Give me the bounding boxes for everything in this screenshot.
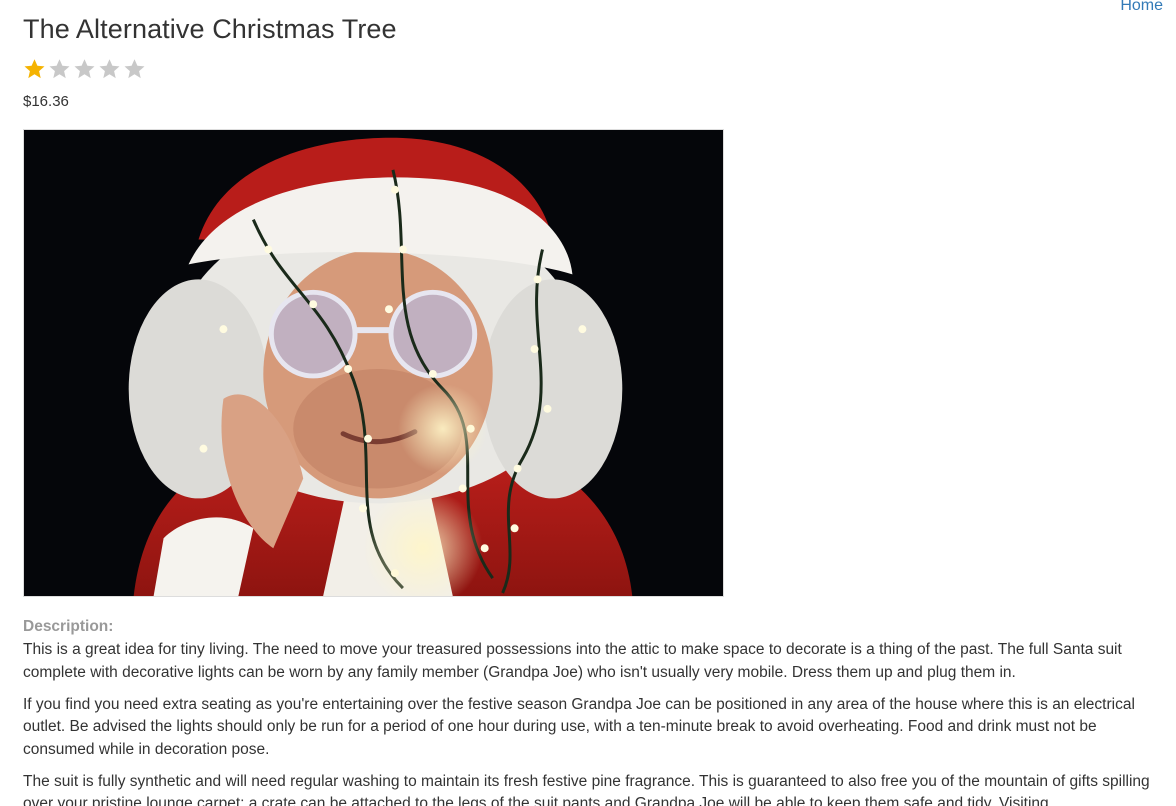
product-image <box>23 129 724 597</box>
product-title: The Alternative Christmas Tree <box>23 14 397 44</box>
star-rating <box>22 57 147 81</box>
description-paragraph: If you find you need extra seating as yo… <box>23 695 1135 758</box>
santa-photo <box>24 130 723 596</box>
star-icon <box>99 59 120 79</box>
description-paragraph: The suit is fully synthetic and will nee… <box>23 772 1150 806</box>
product-description: This is a great idea for tiny living. Th… <box>23 639 1163 806</box>
star-icon <box>24 59 45 79</box>
home-link[interactable]: Home <box>1120 0 1163 15</box>
description-label: Description: <box>23 618 114 635</box>
product-page: Home The Alternative Christmas Tree $16.… <box>0 0 1176 806</box>
description-paragraph: This is a great idea for tiny living. Th… <box>23 641 1122 681</box>
product-price: $16.36 <box>23 93 69 110</box>
star-icon <box>74 59 95 79</box>
star-icon <box>49 59 70 79</box>
star-icon <box>124 59 145 79</box>
